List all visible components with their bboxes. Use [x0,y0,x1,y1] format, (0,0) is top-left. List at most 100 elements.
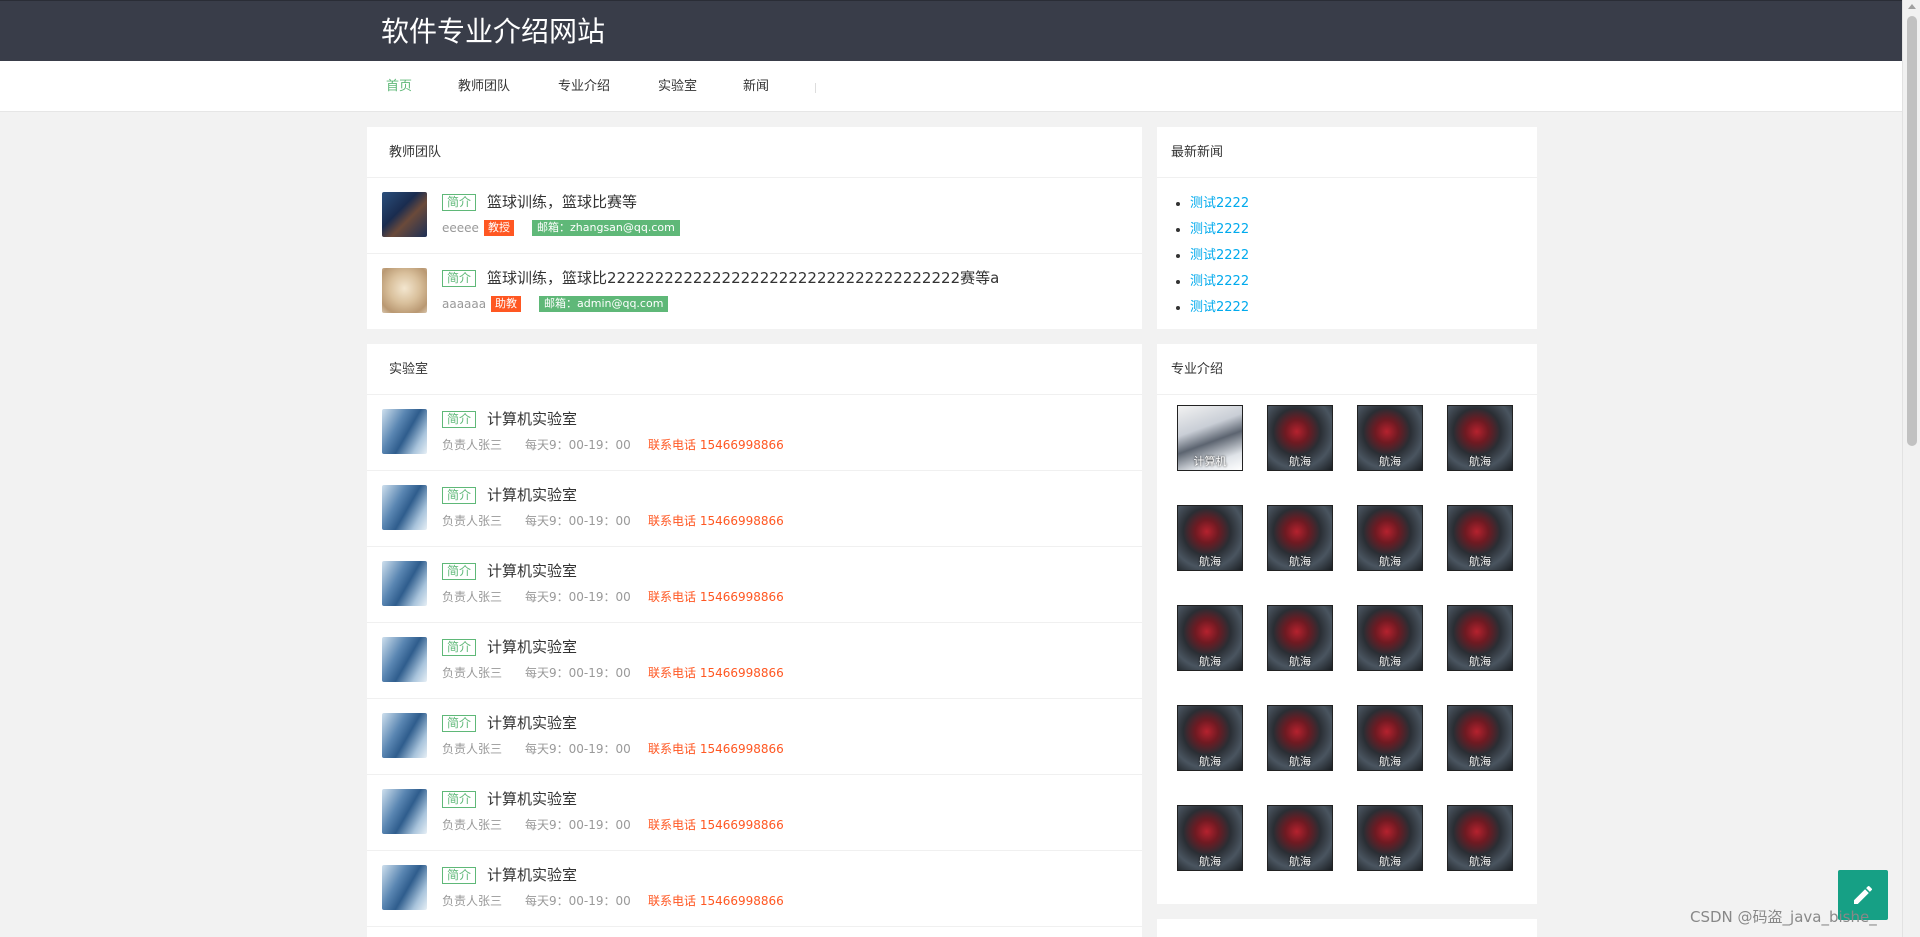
lab-photo[interactable] [382,485,427,530]
major-label: 航海 [1379,655,1401,668]
email-badge: 邮箱：admin@qq.com [539,296,669,312]
major-card[interactable]: 航海 [1357,505,1423,571]
lab-photo[interactable] [382,561,427,606]
teacher-title[interactable]: 篮球训练，篮球比赛等 [487,192,637,212]
lab-photo[interactable] [382,789,427,834]
labs-panel: 实验室 简介 计算机实验室 负责人张三 每天9：00-19：00 联系电话 15… [367,344,1142,937]
nav-home[interactable]: 首页 [386,77,412,97]
major-card[interactable]: 航海 [1177,805,1243,871]
site-title[interactable]: 软件专业介绍网站 [381,14,605,50]
teacher-title[interactable]: 篮球训练，篮球比22222222222222222222222222222222… [487,268,999,288]
major-card[interactable]: 航海 [1267,505,1333,571]
teacher-name: eeeee [442,221,479,235]
intro-badge: 简介 [442,867,477,884]
lab-owner: 负责人张三 [442,894,503,908]
major-card[interactable]: 航海 [1267,805,1333,871]
lab-owner: 负责人张三 [442,590,503,604]
page-scrollbar[interactable] [1902,0,1920,937]
teacher-photo[interactable] [382,268,427,313]
lab-title[interactable]: 计算机实验室 [487,409,577,429]
major-label: 航海 [1199,655,1221,668]
news-link[interactable]: 测试2222 [1190,269,1537,295]
lab-owner: 负责人张三 [442,514,503,528]
major-card[interactable]: 航海 [1447,605,1513,671]
nav-majors[interactable]: 专业介绍 [558,77,610,97]
lab-owner: 负责人张三 [442,818,503,832]
major-card[interactable]: 航海 [1447,505,1513,571]
major-card[interactable]: 航海 [1357,405,1423,471]
major-card[interactable]: 航海 [1267,705,1333,771]
major-card[interactable]: 航海 [1177,505,1243,571]
site-header: 软件专业介绍网站 [0,0,1902,61]
major-card[interactable]: 航海 [1357,805,1423,871]
major-card[interactable]: 航海 [1267,405,1333,471]
news-link[interactable]: 测试2222 [1190,191,1537,217]
lab-row[interactable]: 简介 计算机实验室 负责人张三 每天9：00-19：00 联系电话 154669… [367,547,1142,623]
major-label: 航海 [1379,855,1401,868]
major-card[interactable]: 航海 [1447,805,1513,871]
lab-title[interactable]: 计算机实验室 [487,789,577,809]
lab-row[interactable]: 简介 计算机实验室 负责人张三 每天9：00-19：00 联系电话 154669… [367,623,1142,699]
major-label: 航海 [1289,455,1311,468]
major-label: 航海 [1469,855,1491,868]
major-card[interactable]: 航海 [1357,705,1423,771]
lab-title[interactable]: 计算机实验室 [487,637,577,657]
lab-row[interactable]: 简介 计算机实验室 负责人张三 每天9：00-19：00 联系电话 154669… [367,851,1142,927]
lab-phone: 联系电话 15466998866 [648,818,784,832]
major-label: 航海 [1199,555,1221,568]
scroll-thumb[interactable] [1907,16,1917,446]
intro-badge: 简介 [442,791,477,808]
major-label: 航海 [1379,555,1401,568]
news-link[interactable]: 测试2222 [1190,217,1537,243]
major-card[interactable]: 航海 [1357,605,1423,671]
news-link[interactable]: 测试2222 [1190,295,1537,321]
major-card[interactable]: 航海 [1177,705,1243,771]
email-badge: 邮箱：zhangsan@qq.com [532,220,680,236]
lab-photo[interactable] [382,865,427,910]
intro-badge: 简介 [442,411,477,428]
lab-phone: 联系电话 15466998866 [648,514,784,528]
major-card[interactable]: 计算机 [1177,405,1243,471]
lab-hours: 每天9：00-19：00 [525,742,631,756]
lab-hours: 每天9：00-19：00 [525,894,631,908]
lab-row[interactable]: 简介 计算机实验室 负责人张三 每天9：00-19：00 联系电话 154669… [367,471,1142,547]
nav-labs[interactable]: 实验室 [658,77,697,97]
major-card[interactable]: 航海 [1447,705,1513,771]
teachers-heading: 教师团队 [367,127,1142,178]
lab-row[interactable]: 简介 计算机实验室 负责人张三 每天9：00-19：00 联系电话 154669… [367,775,1142,851]
lab-photo[interactable] [382,637,427,682]
lab-hours: 每天9：00-19：00 [525,666,631,680]
lab-hours: 每天9：00-19：00 [525,438,631,452]
lab-title[interactable]: 计算机实验室 [487,865,577,885]
teacher-row[interactable]: 简介 篮球训练，篮球比赛等 eeeee 教授 邮箱：zhangsan@qq.co… [367,178,1142,254]
news-link[interactable]: 测试2222 [1190,243,1537,269]
major-card[interactable]: 航海 [1267,605,1333,671]
lab-photo[interactable] [382,713,427,758]
intro-badge: 简介 [442,715,477,732]
major-label: 航海 [1379,455,1401,468]
major-label: 航海 [1469,755,1491,768]
lab-title[interactable]: 计算机实验室 [487,713,577,733]
major-label: 航海 [1289,555,1311,568]
teacher-row[interactable]: 简介 篮球训练，篮球比22222222222222222222222222222… [367,254,1142,330]
lab-title[interactable]: 计算机实验室 [487,485,577,505]
rank-badge: 教授 [484,220,514,236]
news-panel: 最新新闻 测试2222 测试2222 测试2222 测试2222 测试2222 [1157,127,1537,329]
lab-title[interactable]: 计算机实验室 [487,561,577,581]
lab-phone: 联系电话 15466998866 [648,438,784,452]
news-heading: 最新新闻 [1157,127,1537,178]
lab-row[interactable]: 简介 计算机实验室 负责人张三 每天9：00-19：00 联系电话 154669… [367,699,1142,775]
lab-row[interactable]: 简介 计算机实验室 负责人张三 每天9：00-19：00 联系电话 154669… [367,395,1142,471]
teacher-photo[interactable] [382,192,427,237]
nav-teachers[interactable]: 教师团队 [458,77,510,97]
lab-phone: 联系电话 15466998866 [648,590,784,604]
extra-panel [1157,919,1537,937]
lab-photo[interactable] [382,409,427,454]
lab-phone: 联系电话 15466998866 [648,666,784,680]
nav-news[interactable]: 新闻 [743,77,769,97]
intro-badge: 简介 [442,487,477,504]
major-card[interactable]: 航海 [1447,405,1513,471]
scroll-up-icon[interactable] [1908,4,1916,9]
major-card[interactable]: 航海 [1177,605,1243,671]
intro-badge: 简介 [442,194,477,211]
